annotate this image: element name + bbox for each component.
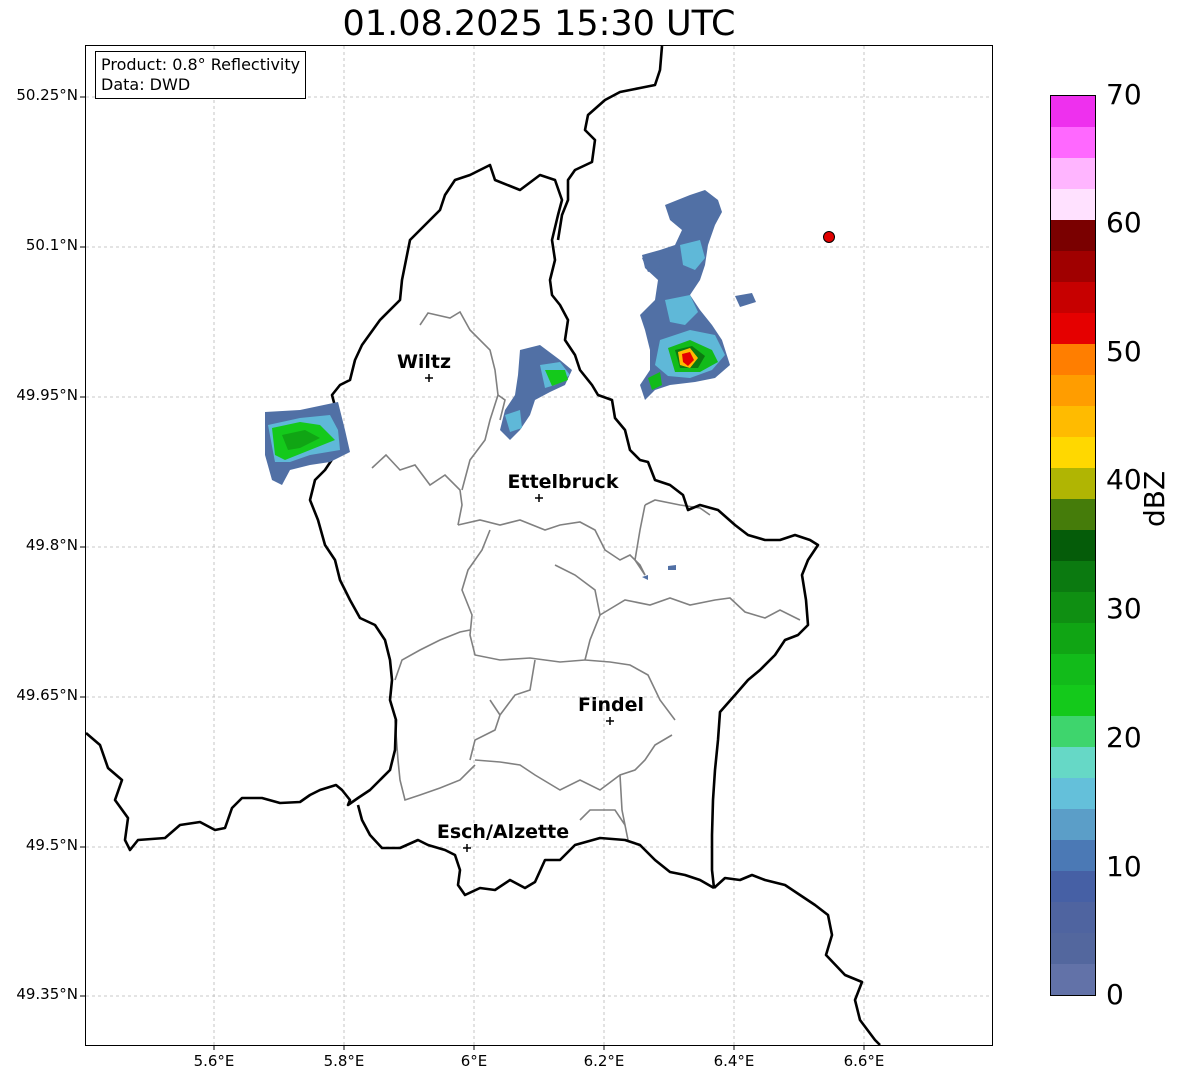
echo-west	[265, 402, 350, 485]
echo-central	[500, 345, 572, 440]
product-info-box: Product: 0.8° Reflectivity Data: DWD	[95, 51, 307, 99]
colorbar-tick-label: 60	[1106, 206, 1142, 239]
echo-speck	[668, 565, 676, 570]
lat-tick-label: 49.8°N	[25, 536, 78, 554]
lat-tick-label: 49.65°N	[16, 686, 78, 704]
city-marker-findel[interactable]	[606, 717, 614, 725]
colorbar-segment	[1051, 871, 1095, 902]
colorbar-segment	[1051, 468, 1095, 499]
colorbar-tick-label: 20	[1106, 721, 1142, 754]
gridlines	[86, 46, 992, 1045]
colorbar-segment	[1051, 127, 1095, 158]
city-label-esch: Esch/Alzette	[437, 821, 569, 843]
colorbar-segment	[1051, 282, 1095, 313]
lon-tick-label: 5.8°E	[323, 1052, 365, 1070]
lon-tick-label: 5.6°E	[193, 1052, 235, 1070]
colorbar-segment	[1051, 654, 1095, 685]
lon-tick-label: 6.2°E	[583, 1052, 625, 1070]
colorbar-segment	[1051, 158, 1095, 189]
colorbar-segment	[1051, 499, 1095, 530]
lat-tick-label: 50.25°N	[16, 86, 78, 104]
lat-tick-label: 49.95°N	[16, 386, 78, 404]
colorbar-unit-label: dBZ	[1138, 470, 1171, 527]
colorbar-segment	[1051, 685, 1095, 716]
map-frame-border	[85, 45, 993, 1046]
colorbar-tick-label: 50	[1106, 335, 1142, 368]
colorbar-segment	[1051, 716, 1095, 747]
city-marker-esch[interactable]	[463, 844, 471, 852]
colorbar-segment	[1051, 561, 1095, 592]
colorbar-tick-label: 70	[1106, 78, 1142, 111]
colorbar-tick-label: 30	[1106, 592, 1142, 625]
product-label: Product: 0.8° Reflectivity	[101, 55, 301, 74]
colorbar-segment	[1051, 933, 1095, 964]
radar-site-marker[interactable]	[823, 231, 835, 243]
colorbar-segment	[1051, 592, 1095, 623]
echo-northeast	[640, 190, 756, 400]
colorbar-segment	[1051, 313, 1095, 344]
data-source-label: Data: DWD	[101, 75, 191, 94]
city-label-ettelbruck: Ettelbruck	[508, 471, 619, 493]
city-marker-ettelbruck[interactable]	[535, 494, 543, 502]
canton-borders	[371, 310, 801, 841]
echo-speck	[642, 575, 648, 580]
lon-tick-label: 6.4°E	[713, 1052, 755, 1070]
city-marker-wiltz[interactable]	[425, 374, 433, 382]
lat-tick-label: 49.35°N	[16, 985, 78, 1003]
colorbar-segment	[1051, 220, 1095, 251]
colorbar-segment	[1051, 747, 1095, 778]
colorbar-segment	[1051, 778, 1095, 809]
colorbar-segment	[1051, 809, 1095, 840]
colorbar-segment	[1051, 964, 1095, 995]
colorbar-segment	[1051, 530, 1095, 561]
colorbar-tick-label: 0	[1106, 978, 1124, 1011]
city-label-findel: Findel	[578, 694, 644, 716]
lat-tick-label: 49.5°N	[25, 836, 78, 854]
city-markers	[425, 374, 614, 852]
colorbar-segment	[1051, 251, 1095, 282]
colorbar-segment	[1051, 840, 1095, 871]
lon-tick-label: 6°E	[460, 1052, 488, 1070]
colorbar-segment	[1051, 96, 1095, 127]
colorbar-segment	[1051, 902, 1095, 933]
lon-tick-label: 6.6°E	[843, 1052, 885, 1070]
radar-map[interactable]: Wiltz Ettelbruck Findel Esch/Alzette	[0, 0, 1184, 1081]
colorbar-segment	[1051, 623, 1095, 654]
colorbar-segment	[1051, 406, 1095, 437]
colorbar-segment	[1051, 437, 1095, 468]
city-label-wiltz: Wiltz	[397, 351, 451, 373]
axis-ticks	[80, 96, 865, 1050]
colorbar-tick-label: 10	[1106, 850, 1142, 883]
colorbar-tick-label: 40	[1106, 463, 1142, 496]
reflectivity-colorbar	[1050, 95, 1096, 996]
colorbar-segment	[1051, 189, 1095, 220]
lat-tick-label: 50.1°N	[25, 236, 78, 254]
colorbar-segment	[1051, 344, 1095, 375]
colorbar-segment	[1051, 375, 1095, 406]
